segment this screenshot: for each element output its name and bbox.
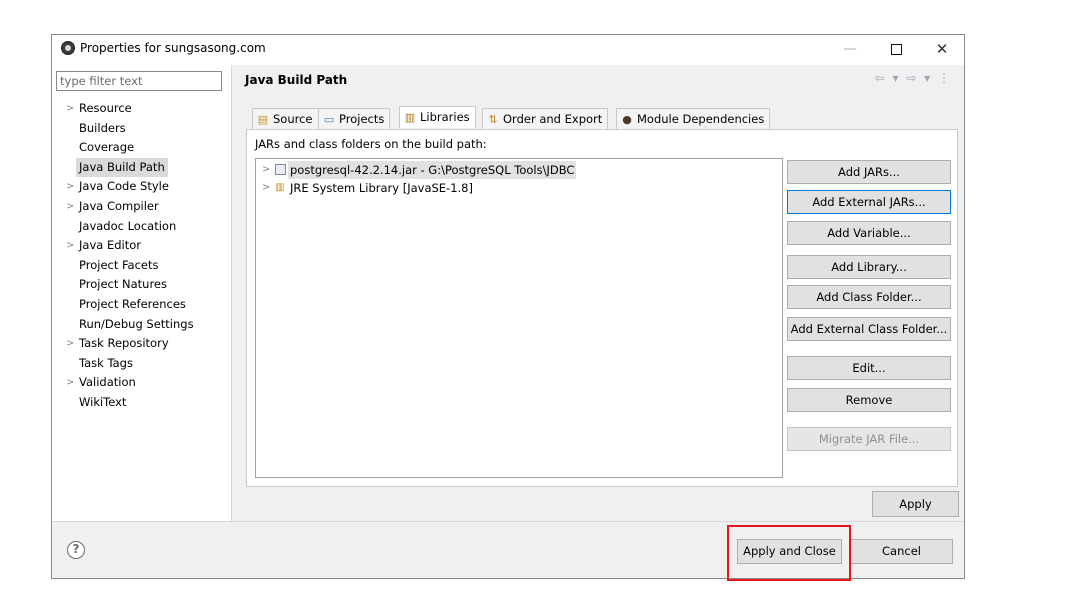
tab-source[interactable]: ▤ Source [252,108,319,129]
chevron-right-icon: > [66,377,75,389]
page-title: Java Build Path [245,73,348,87]
edit-button[interactable]: Edit... [787,356,951,380]
add-class-folder-button[interactable]: Add Class Folder... [787,285,951,309]
minimize-button[interactable]: — [827,35,873,65]
add-external-jars-button[interactable]: Add External JARs... [787,190,951,214]
migrate-jar-file-button: Migrate JAR File... [787,427,951,451]
projects-icon: ▭ [323,113,335,126]
eclipse-app-icon [61,41,75,55]
library-row-postgresql-jar[interactable]: > postgresql-42.2.14.jar - G:\PostgreSQL… [256,161,776,179]
jar-icon [275,164,286,175]
add-jars-button[interactable]: Add JARs... [787,160,951,184]
chevron-right-icon: > [262,164,271,175]
apply-button[interactable]: Apply [872,491,959,517]
tab-projects[interactable]: ▭ Projects [318,108,391,129]
title-bar: Properties for sungsasong.com — ✕ [52,35,964,65]
module-icon: ● [622,113,632,126]
jre-library-icon: ▥ [275,182,285,193]
filter-input[interactable] [56,71,222,91]
chevron-right-icon: > [66,338,75,350]
add-variable-button[interactable]: Add Variable... [787,221,951,245]
maximize-button[interactable] [873,35,919,65]
properties-dialog: Properties for sungsasong.com — ✕ >Resou… [51,34,965,579]
chevron-right-icon: > [262,182,271,193]
chevron-right-icon: > [66,103,75,114]
chevron-right-icon: > [66,240,75,252]
add-external-class-folder-button[interactable]: Add External Class Folder... [787,317,951,341]
library-row-jre-system-library[interactable]: > ▥ JRE System Library [JavaSE-1.8] [256,179,776,197]
property-pages-pane: >Resource Builders Coverage Java Build P… [52,65,232,521]
libraries-icon: ▥ [404,111,416,124]
window-title: Properties for sungsasong.com [80,41,266,55]
chevron-right-icon: > [66,181,75,193]
page-header: Java Build Path ⇦ ▾ ⇨ ▾ ⋮ [233,65,964,95]
back-forward-menu-icons[interactable]: ⇦ ▾ ⇨ ▾ ⋮ [875,71,952,85]
bottom-separator [52,521,964,522]
help-icon[interactable]: ? [67,541,85,559]
tab-module-dependencies[interactable]: ● Module Dependencies [616,108,771,129]
tab-libraries[interactable]: ▥ Libraries [399,106,476,128]
libraries-panel: JARs and class folders on the build path… [246,129,958,487]
tab-order-and-export[interactable]: ⇅ Order and Export [482,108,609,129]
remove-button[interactable]: Remove [787,388,951,412]
libraries-caption: JARs and class folders on the build path… [255,137,487,151]
libraries-tree[interactable]: > postgresql-42.2.14.jar - G:\PostgreSQL… [255,158,783,478]
chevron-right-icon: > [66,201,75,212]
cancel-button[interactable]: Cancel [850,539,953,564]
maximize-icon [890,43,902,55]
highlight-box [727,525,851,581]
order-export-icon: ⇅ [488,113,498,126]
source-folder-icon: ▤ [257,113,269,126]
close-button[interactable]: ✕ [919,35,965,65]
add-library-button[interactable]: Add Library... [787,255,951,279]
